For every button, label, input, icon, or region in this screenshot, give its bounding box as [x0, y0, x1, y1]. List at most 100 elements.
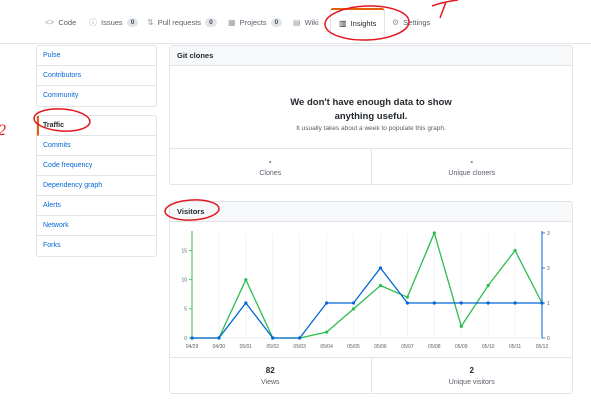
x-tick-label: 05/06: [374, 344, 387, 350]
sidebar-item-alerts[interactable]: Alerts: [37, 196, 156, 216]
empty-state-title: We don't have enough data to show anythi…: [290, 97, 452, 122]
insights-sidebar: Pulse Contributors Community Traffic Com…: [36, 45, 157, 265]
stat-label: Unique visitors: [448, 379, 495, 386]
clones-stats: - Clones - Unique cloners: [170, 148, 572, 184]
visitors-chart: 0 5 10 15 0 1 2 3 04/29 04/30 05/01 05/02 05/03 05/04…: [181, 231, 550, 350]
git-clones-panel: Git clones We don't have enough data to …: [169, 45, 573, 185]
stat-clones: - Clones: [170, 149, 371, 184]
tab-wiki[interactable]: ▤ Wiki: [293, 10, 319, 34]
data-point-1: [432, 301, 436, 305]
data-point-0: [432, 231, 436, 235]
tab-code[interactable]: <> Code: [45, 10, 76, 34]
issue-icon: ⓘ: [89, 17, 97, 27]
x-tick-label: 05/11: [509, 344, 521, 350]
y-left-tick-label: 0: [184, 336, 187, 342]
tab-settings[interactable]: ⚙ Settings: [392, 10, 430, 34]
sidebar-item-dependency-graph[interactable]: Dependency graph: [37, 176, 156, 196]
sidebar-item-contributors[interactable]: Contributors: [37, 66, 156, 86]
tab-label: Code: [58, 17, 77, 27]
data-point-1: [217, 336, 221, 340]
stat-unique-cloners: - Unique cloners: [370, 149, 573, 184]
x-tick-label: 05/12: [536, 344, 549, 350]
data-point-1: [298, 336, 302, 340]
x-tick-label: 05/03: [293, 344, 306, 350]
tab-label: Issues: [101, 17, 123, 27]
repo-nav-tabs: <> Code ⓘ Issues 0 ⇅ Pull requests 0 ▦ P…: [0, 0, 591, 44]
data-point-1: [378, 266, 383, 270]
sidebar-item-commits[interactable]: Commits: [37, 136, 156, 156]
stat-value: 82: [265, 366, 275, 375]
sidebar-item-traffic[interactable]: Traffic: [37, 116, 156, 136]
y-right-tick-label: 1: [547, 301, 550, 307]
stat-value: -: [470, 157, 474, 166]
tab-label: Projects: [239, 17, 267, 27]
data-point-1: [190, 336, 194, 340]
data-point-0: [405, 295, 409, 299]
y-right-tick-label: 0: [547, 336, 550, 342]
stat-value: -: [268, 157, 272, 166]
tab-label: Insights: [350, 19, 377, 28]
data-point-1: [271, 336, 275, 340]
x-tick-label: 04/29: [186, 344, 199, 350]
data-point-1: [325, 301, 329, 305]
stat-views: 82 Views: [170, 358, 371, 393]
sidebar-item-network[interactable]: Network: [37, 216, 156, 236]
x-tick-label: 05/09: [455, 344, 468, 350]
x-tick-label: 05/02: [267, 344, 280, 350]
stat-value: 2: [469, 366, 474, 375]
data-point-0: [513, 248, 517, 253]
visitors-panel: Visitors 0 5 10 15 0 1 2 3 04/29 04/30 05/01 05/02 0…: [169, 201, 573, 394]
sidebar-item-community[interactable]: Community: [37, 86, 156, 106]
count-badge: 0: [270, 17, 283, 27]
tab-insights[interactable]: ▥ Insights: [330, 8, 386, 38]
data-point-0: [486, 283, 490, 288]
sidebar-menu-primary: Pulse Contributors Community: [36, 45, 157, 107]
data-point-1: [540, 301, 544, 305]
data-point-1: [351, 301, 356, 305]
x-tick-label: 05/10: [482, 344, 495, 350]
data-point-1: [244, 301, 248, 305]
visitors-title: Visitors: [170, 202, 572, 222]
data-point-0: [459, 324, 463, 328]
sidebar-item-pulse[interactable]: Pulse: [37, 46, 156, 66]
data-point-1: [405, 301, 409, 305]
empty-state-subtitle: It usually takes about a week to populat…: [296, 125, 446, 132]
project-icon: ▦: [228, 17, 236, 27]
x-tick-label: 05/01: [240, 344, 253, 350]
tab-projects[interactable]: ▦ Projects 0: [228, 10, 283, 34]
x-tick-label: 05/07: [401, 344, 414, 350]
data-point-0: [351, 307, 356, 311]
git-clones-title: Git clones: [170, 46, 572, 66]
tab-label: Pull requests: [157, 17, 202, 27]
stat-label: Clones: [259, 170, 282, 177]
data-point-0: [244, 278, 248, 282]
y-right-tick-label: 3: [547, 231, 550, 237]
sidebar-item-forks[interactable]: Forks: [37, 236, 156, 256]
tab-label: Settings: [403, 17, 431, 27]
stat-unique-visitors: 2 Unique visitors: [370, 358, 573, 393]
tab-label: Wiki: [304, 17, 319, 27]
wiki-icon: ▤: [293, 17, 301, 27]
code-icon: <>: [45, 17, 55, 27]
tab-pull-requests[interactable]: ⇅ Pull requests 0: [147, 10, 217, 34]
sidebar-item-code-frequency[interactable]: Code frequency: [37, 156, 156, 176]
x-tick-label: 05/05: [347, 344, 360, 350]
sidebar-menu-secondary: Traffic Commits Code frequency Dependenc…: [36, 115, 157, 257]
data-point-1: [459, 301, 463, 305]
x-tick-label: 05/08: [428, 344, 441, 350]
y-right-tick-label: 2: [547, 266, 550, 272]
data-point-0: [378, 283, 383, 288]
x-tick-label: 05/04: [320, 344, 333, 350]
data-point-1: [513, 301, 517, 305]
data-point-0: [325, 330, 329, 334]
tab-issues[interactable]: ⓘ Issues 0: [89, 10, 139, 34]
visitors-stats: 82 Views 2 Unique visitors: [170, 357, 572, 393]
y-left-tick-label: 10: [181, 277, 187, 283]
count-badge: 0: [126, 17, 139, 27]
y-left-tick-label: 15: [181, 248, 187, 254]
gear-icon: ⚙: [392, 17, 400, 27]
x-tick-label: 04/30: [213, 344, 226, 350]
pull-request-icon: ⇅: [147, 17, 154, 27]
stat-label: Unique cloners: [448, 170, 496, 177]
data-point-1: [486, 301, 490, 305]
